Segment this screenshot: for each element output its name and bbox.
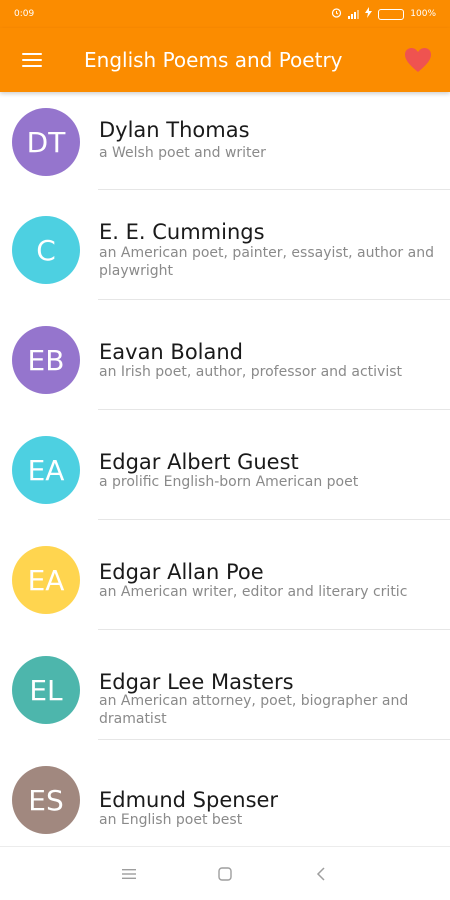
app-title: English Poems and Poetry bbox=[84, 48, 343, 72]
poet-description: an American attorney, poet, biographer a… bbox=[99, 693, 409, 727]
status-time: 0:09 bbox=[14, 9, 35, 19]
poet-name: Dylan Thomas bbox=[99, 118, 250, 142]
charging-icon bbox=[365, 7, 373, 21]
poet-list-item[interactable]: DT Dylan Thomas a Welsh poet and writer bbox=[0, 92, 450, 190]
navigation-bar bbox=[0, 846, 450, 900]
back-icon bbox=[316, 866, 325, 881]
status-icons: 100% bbox=[331, 7, 436, 21]
poet-avatar: EB bbox=[12, 326, 80, 394]
poet-description: an English poet best bbox=[99, 812, 243, 828]
poet-name: Eavan Boland bbox=[99, 340, 244, 364]
poet-description: an American writer, editor and literary … bbox=[99, 584, 408, 600]
poet-avatar: ES bbox=[12, 766, 80, 834]
hamburger-icon-line bbox=[22, 59, 42, 61]
poet-name: Edgar Lee Masters bbox=[99, 670, 294, 694]
battery-icon bbox=[378, 8, 405, 20]
poet-list-item[interactable]: C E. E. Cummings an American poet, painter… bbox=[0, 190, 450, 300]
poet-list-item[interactable]: EA Edgar Albert Guest a prolific English-b… bbox=[0, 410, 450, 520]
poet-avatar: EA bbox=[12, 546, 80, 614]
alarm-icon bbox=[331, 7, 342, 21]
heart-icon bbox=[405, 48, 431, 72]
home-button[interactable] bbox=[212, 861, 238, 887]
poet-avatar: DT bbox=[12, 108, 80, 176]
poet-description: an American poet, painter, essayist, aut… bbox=[99, 245, 434, 279]
poet-description: a Welsh poet and writer bbox=[99, 145, 266, 161]
poet-description: a prolific English-born American poet bbox=[99, 474, 359, 490]
poet-list-item[interactable]: EA Edgar Allan Poe an American writer, edi… bbox=[0, 520, 450, 630]
poet-name: Edgar Allan Poe bbox=[99, 560, 264, 584]
hamburger-icon bbox=[22, 53, 42, 55]
poet-description: an Irish poet, author, professor and act… bbox=[99, 364, 402, 380]
recents-icon bbox=[122, 868, 136, 879]
back-button[interactable] bbox=[308, 861, 334, 887]
hamburger-icon-line bbox=[22, 65, 42, 67]
favorites-button[interactable] bbox=[386, 28, 450, 92]
poet-list-item[interactable]: EL Edgar Lee Masters an American attorney,… bbox=[0, 630, 450, 740]
poet-name: Edmund Spenser bbox=[99, 788, 279, 812]
recents-button[interactable] bbox=[116, 861, 142, 887]
home-icon bbox=[218, 866, 232, 881]
poet-list-item[interactable]: EB Eavan Boland an Irish poet, author, pro… bbox=[0, 300, 450, 410]
status-bar: 0:09 100% bbox=[0, 0, 450, 28]
app-bar: English Poems and Poetry bbox=[0, 28, 450, 92]
menu-button[interactable] bbox=[0, 28, 64, 92]
poet-list-item[interactable]: ES Edmund Spenser an English poet best bbox=[0, 740, 450, 846]
battery-percent: 100% bbox=[410, 9, 436, 19]
poet-name: Edgar Albert Guest bbox=[99, 450, 299, 474]
poet-avatar: C bbox=[12, 216, 80, 284]
poet-name: E. E. Cummings bbox=[99, 220, 265, 244]
signal-icon bbox=[348, 9, 360, 19]
poet-avatar: EL bbox=[12, 656, 80, 724]
poet-avatar: EA bbox=[12, 436, 80, 504]
